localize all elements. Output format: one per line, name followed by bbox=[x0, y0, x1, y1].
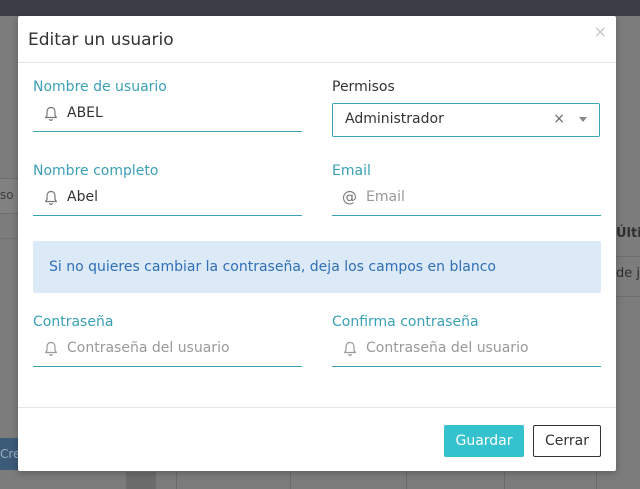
at-icon: @ bbox=[342, 188, 357, 206]
permissions-field-group: Permisos bbox=[332, 79, 395, 95]
password-placeholder: Contraseña del usuario bbox=[67, 340, 230, 356]
bg-table-line bbox=[616, 296, 640, 297]
bell-icon bbox=[43, 341, 59, 357]
fullname-input[interactable]: Abel bbox=[33, 185, 302, 216]
chevron-down-icon[interactable] bbox=[579, 117, 587, 122]
confirm-password-label: Confirma contraseña bbox=[332, 314, 479, 330]
modal-header: Editar un usuario × bbox=[18, 16, 616, 63]
email-placeholder: Email bbox=[366, 189, 405, 205]
app-topbar bbox=[0, 0, 640, 16]
bg-table-divider bbox=[290, 472, 291, 489]
bg-create-button: Cre bbox=[0, 438, 18, 470]
save-button[interactable]: Guardar bbox=[444, 425, 524, 457]
username-label: Nombre de usuario bbox=[33, 79, 167, 95]
clear-selection-icon[interactable]: × bbox=[553, 111, 565, 127]
modal-footer: Guardar Cerrar bbox=[18, 407, 616, 472]
username-field-group: Nombre de usuario bbox=[33, 79, 167, 95]
email-label: Email bbox=[332, 163, 371, 179]
username-value: ABEL bbox=[67, 105, 103, 121]
bg-table-divider bbox=[504, 472, 505, 489]
modal-title: Editar un usuario bbox=[28, 30, 174, 50]
bg-table-divider bbox=[176, 472, 177, 489]
bg-table-divider bbox=[406, 472, 407, 489]
fullname-value: Abel bbox=[67, 189, 98, 205]
bg-table-column bbox=[126, 472, 156, 489]
username-input[interactable]: ABEL bbox=[33, 101, 302, 132]
bell-icon bbox=[43, 190, 59, 206]
close-button[interactable]: Cerrar bbox=[533, 425, 601, 457]
bg-table-line bbox=[616, 256, 640, 257]
confirm-password-field-group: Confirma contraseña bbox=[332, 314, 479, 330]
permissions-select[interactable]: Administrador × bbox=[332, 103, 600, 137]
permissions-selected-value: Administrador bbox=[345, 111, 444, 127]
password-label: Contraseña bbox=[33, 314, 114, 330]
bg-table-cell: de j bbox=[616, 266, 640, 281]
fullname-field-group: Nombre completo bbox=[33, 163, 158, 179]
email-input[interactable]: @ Email bbox=[332, 185, 601, 216]
bg-table-line bbox=[0, 238, 18, 239]
info-alert: Si no quieres cambiar la contraseña, dej… bbox=[33, 241, 601, 293]
email-field-group: Email bbox=[332, 163, 371, 179]
bg-table-header: Últin bbox=[616, 226, 640, 241]
confirm-password-placeholder: Contraseña del usuario bbox=[366, 340, 529, 356]
bell-icon bbox=[342, 341, 358, 357]
fullname-label: Nombre completo bbox=[33, 163, 159, 179]
bell-icon bbox=[43, 106, 59, 122]
permissions-label: Permisos bbox=[332, 79, 395, 95]
bg-search-input-text: so bbox=[0, 188, 14, 202]
close-icon[interactable]: × bbox=[594, 22, 607, 41]
password-field-group: Contraseña bbox=[33, 314, 113, 330]
info-alert-text: Si no quieres cambiar la contraseña, dej… bbox=[49, 259, 496, 275]
bg-table-divider bbox=[596, 472, 597, 489]
edit-user-modal: Editar un usuario × Nombre de usuario AB… bbox=[18, 16, 616, 471]
confirm-password-input[interactable]: Contraseña del usuario bbox=[332, 336, 601, 367]
password-input[interactable]: Contraseña del usuario bbox=[33, 336, 302, 367]
